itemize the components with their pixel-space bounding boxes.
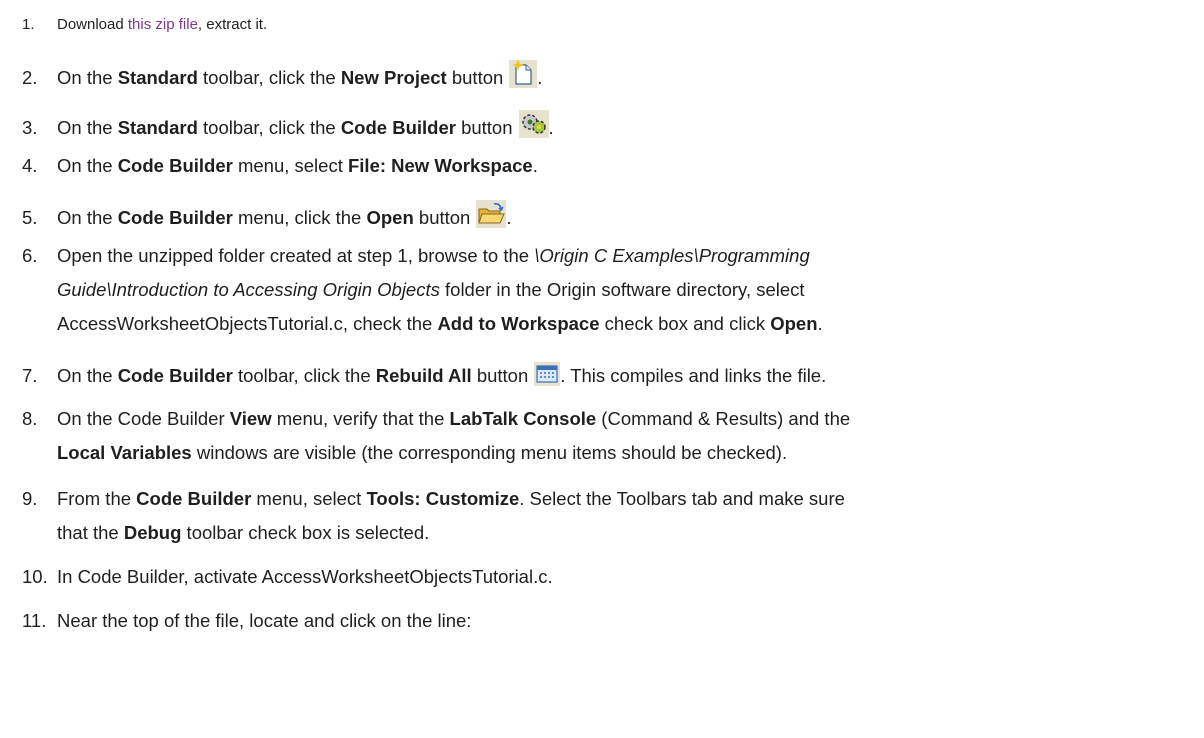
- step-text: AccessWorksheetObjectsTutorial.c, check …: [57, 313, 438, 334]
- step-number: 8.: [22, 408, 38, 429]
- step-7: 7. On the Code Builder toolbar, click the…: [22, 362, 826, 391]
- new-project-icon: [509, 60, 538, 93]
- step-text: toolbar, click the: [232, 365, 376, 386]
- step-9-line-2: that the Debug toolbar check box is sele…: [57, 522, 429, 544]
- step-text: menu, verify that the: [271, 408, 450, 429]
- step-text: menu, click the: [232, 207, 367, 228]
- step-text: On the: [57, 365, 118, 386]
- step-number: 4.: [22, 155, 38, 176]
- step-text: button: [471, 365, 529, 386]
- button-name: Open: [770, 313, 818, 334]
- step-number: 1.: [22, 16, 35, 33]
- step-6-line-3: AccessWorksheetObjectsTutorial.c, check …: [57, 313, 823, 335]
- menu-name: Code Builder: [117, 207, 233, 228]
- step-text: toolbar check box is selected.: [181, 522, 430, 543]
- step-number: 3.: [22, 117, 38, 138]
- window-name: LabTalk Console: [449, 408, 597, 429]
- button-name: Open: [366, 207, 414, 228]
- menu-command: Tools: Customize: [366, 488, 520, 509]
- step-text: button: [455, 117, 513, 138]
- step-text: button: [446, 67, 504, 88]
- step-text: .: [548, 117, 554, 138]
- step-text: .: [506, 207, 512, 228]
- open-folder-icon: [476, 200, 507, 233]
- step-5: 5. On the Code Builder menu, click the Op…: [22, 200, 511, 233]
- step-text: On the: [57, 207, 118, 228]
- step-1: 1. Download this zip file, extract it.: [22, 14, 267, 36]
- step-text: , extract it.: [197, 16, 268, 33]
- step-text: Download: [57, 16, 128, 33]
- code-builder-icon: [518, 110, 549, 143]
- step-text: toolbar, click the: [197, 67, 341, 88]
- folder-path: Guide\Introduction to Accessing Origin O…: [57, 279, 440, 300]
- step-number: 5.: [22, 207, 38, 228]
- step-text: . Select the Toolbars tab and make sure: [519, 488, 845, 509]
- menu-name: Code Builder: [136, 488, 252, 509]
- menu-command: File: New Workspace: [347, 155, 533, 176]
- button-name: Code Builder: [340, 117, 456, 138]
- step-text: check box and click: [599, 313, 771, 334]
- step-4: 4. On the Code Builder menu, select File:…: [22, 155, 538, 177]
- step-text: menu, select: [251, 488, 367, 509]
- step-6: 6. Open the unzipped folder created at st…: [22, 245, 810, 267]
- window-name: Local Variables: [57, 442, 192, 463]
- step-9: 9. From the Code Builder menu, select Too…: [22, 488, 845, 510]
- step-text: On the Code Builder: [57, 408, 230, 429]
- step-11: 11. Near the top of the file, locate and …: [22, 610, 471, 632]
- step-text: . This compiles and links the file.: [560, 365, 827, 386]
- step-text: button: [413, 207, 471, 228]
- menu-name: View: [229, 408, 272, 429]
- step-3: 3. On the Standard toolbar, click the Cod…: [22, 110, 554, 143]
- toolbar-name: Debug: [123, 522, 182, 543]
- step-text: On the: [57, 117, 118, 138]
- step-8-line-2: Local Variables windows are visible (the…: [57, 442, 787, 464]
- step-text: that the: [57, 522, 124, 543]
- step-text: .: [532, 155, 538, 176]
- step-number: 11.: [22, 610, 47, 631]
- step-text: On the: [57, 67, 118, 88]
- step-text: folder in the Origin software directory,…: [439, 279, 805, 300]
- step-text: (Command & Results) and the: [596, 408, 851, 429]
- step-text: On the: [57, 155, 118, 176]
- step-number: 2.: [22, 67, 38, 88]
- step-10: 10. In Code Builder, activate AccessWorks…: [22, 566, 553, 588]
- step-text: From the: [57, 488, 137, 509]
- step-text: Open the unzipped folder created at step…: [57, 245, 535, 266]
- step-number: 7.: [22, 365, 38, 386]
- step-text: windows are visible (the corresponding m…: [191, 442, 788, 463]
- checkbox-name: Add to Workspace: [437, 313, 600, 334]
- menu-name: Code Builder: [117, 155, 233, 176]
- step-6-line-2: Guide\Introduction to Accessing Origin O…: [57, 279, 805, 301]
- button-name: New Project: [340, 67, 447, 88]
- step-2: 2. On the Standard toolbar, click the New…: [22, 60, 542, 93]
- step-number: 9.: [22, 488, 38, 509]
- folder-path: \Origin C Examples\Programming: [534, 245, 810, 266]
- step-text: .: [537, 67, 543, 88]
- step-8: 8. On the Code Builder View menu, verify …: [22, 408, 850, 430]
- zip-file-link[interactable]: this zip file: [128, 16, 198, 33]
- step-number: 10.: [22, 566, 48, 587]
- step-text: toolbar, click the: [197, 117, 341, 138]
- step-text: .: [817, 313, 823, 334]
- rebuild-all-icon: [534, 362, 561, 391]
- toolbar-name: Standard: [117, 67, 198, 88]
- step-text: Near the top of the file, locate and cli…: [57, 610, 472, 631]
- toolbar-name: Code Builder: [117, 365, 233, 386]
- step-text: In Code Builder, activate AccessWorkshee…: [57, 566, 553, 587]
- step-text: menu, select: [232, 155, 348, 176]
- toolbar-name: Standard: [117, 117, 198, 138]
- button-name: Rebuild All: [375, 365, 472, 386]
- step-number: 6.: [22, 245, 38, 266]
